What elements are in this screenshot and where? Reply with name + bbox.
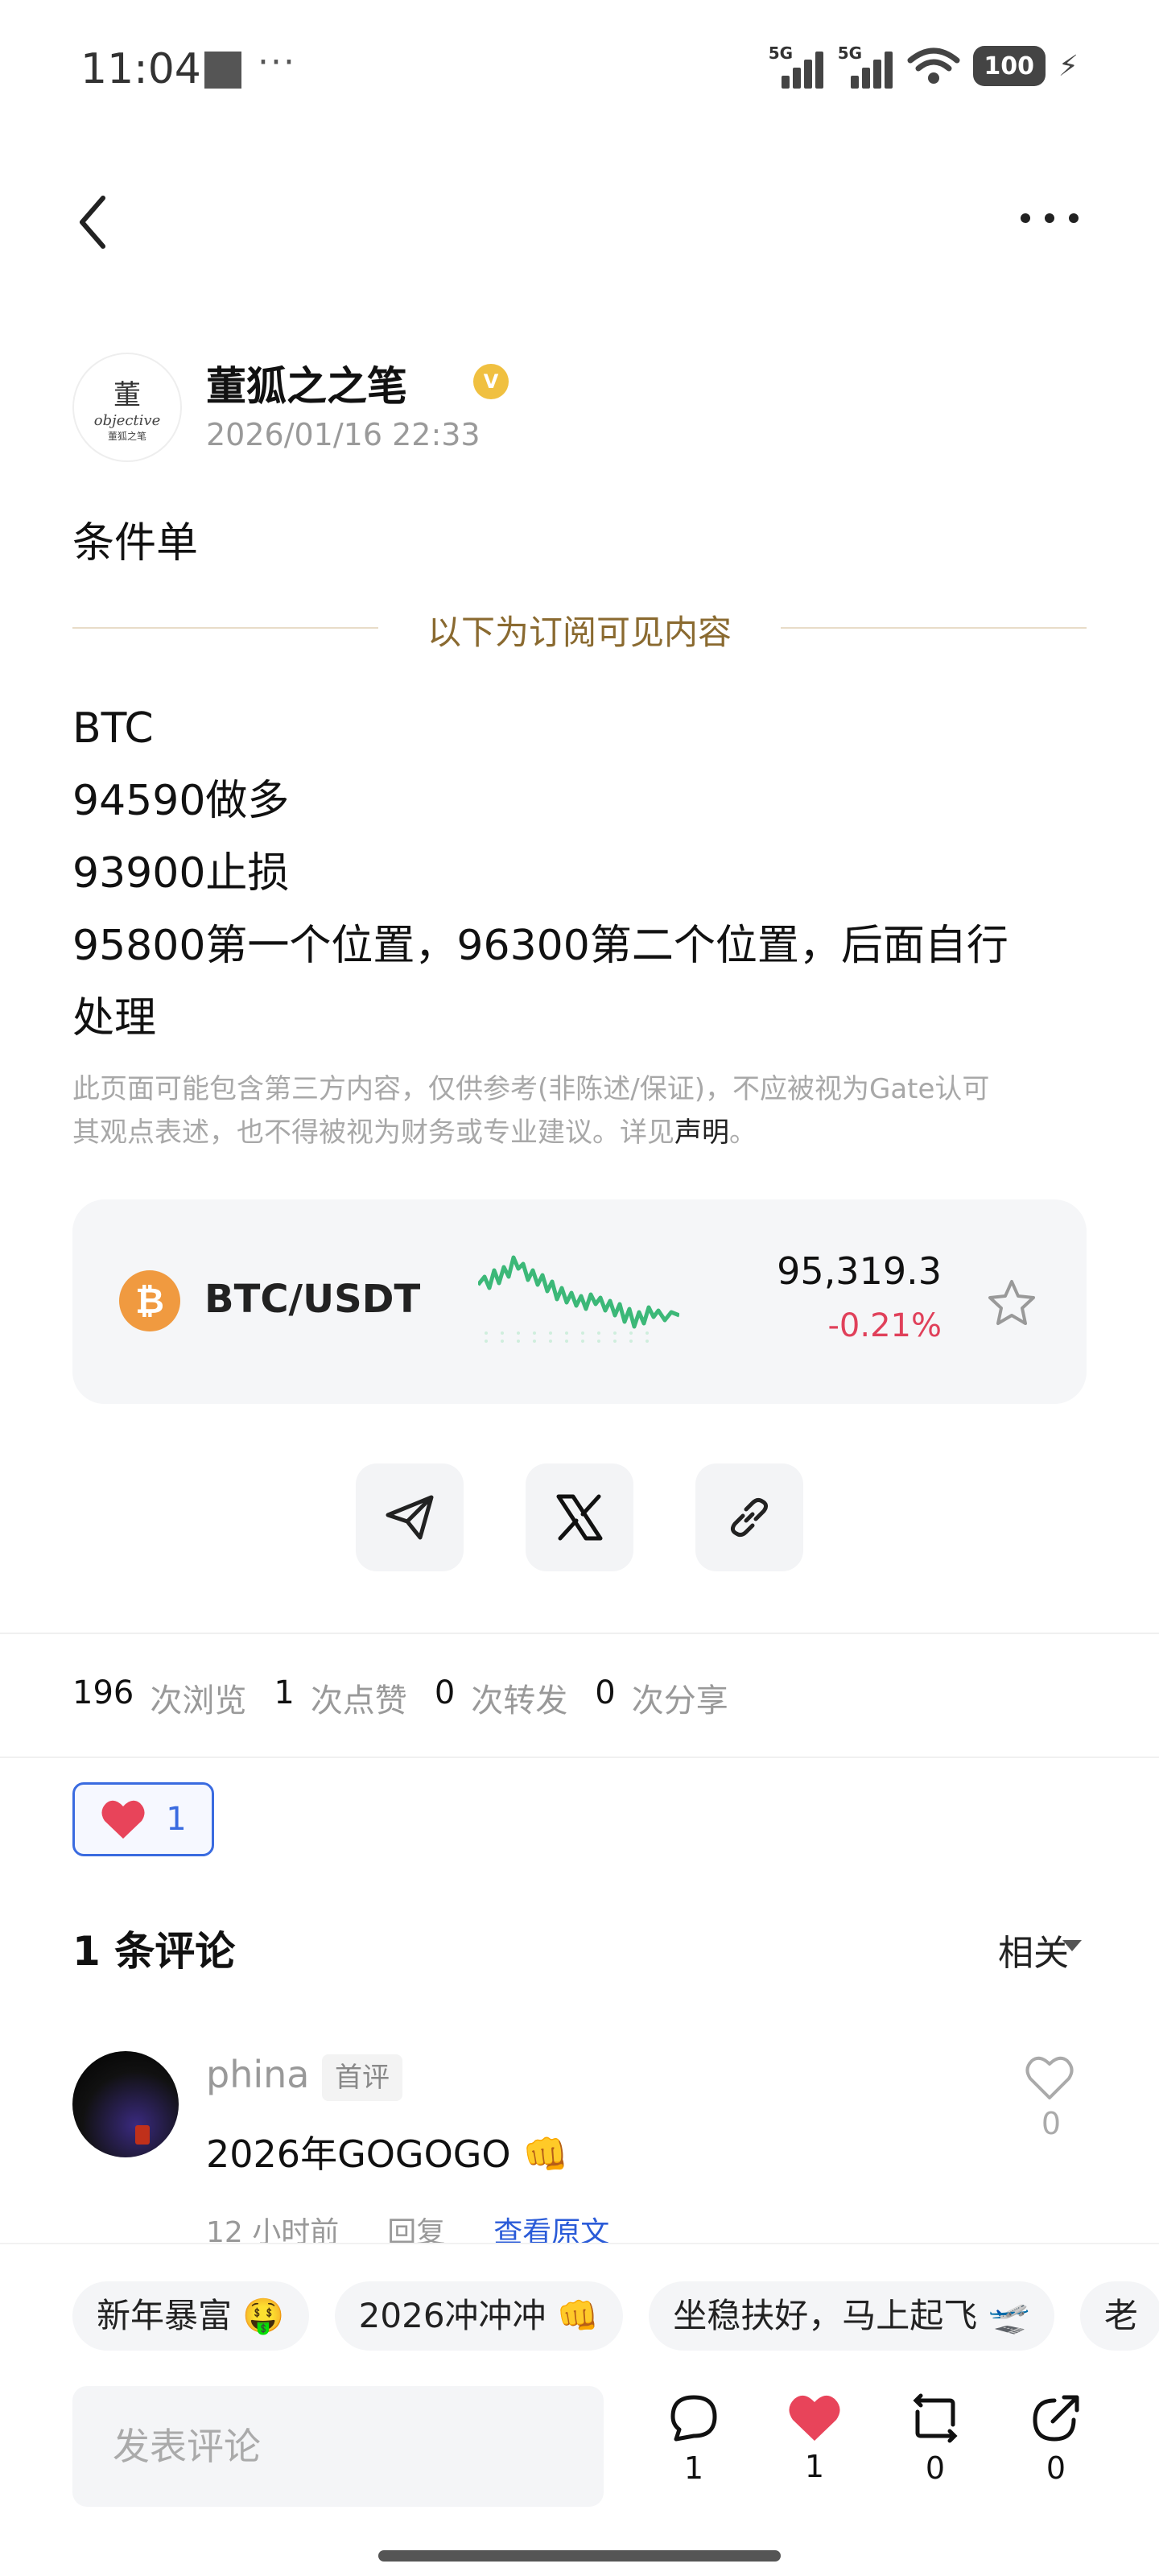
content-line: 93900止损 xyxy=(72,849,290,898)
more-options-icon[interactable] xyxy=(1017,206,1082,230)
status-more-dots: ··· xyxy=(258,42,296,83)
sparkline-chart xyxy=(478,1255,679,1343)
ticker-pair: BTC/USDT xyxy=(204,1277,421,1322)
like-action[interactable]: 1 xyxy=(766,2392,863,2484)
views-count: 196 xyxy=(72,1674,134,1711)
share-icon xyxy=(1033,2395,1079,2442)
author-name[interactable]: 董狐之之笔 xyxy=(206,354,407,412)
quick-reply-chip[interactable]: 新年暴富 🤑 xyxy=(72,2281,309,2351)
bitcoin-icon: ₿ xyxy=(119,1270,180,1331)
quick-reply-chip[interactable]: 老 xyxy=(1079,2281,1159,2351)
share-x-button[interactable] xyxy=(526,1463,633,1571)
post-stats: 196 次浏览 1 次点赞 0 次转发 0 次分享 xyxy=(72,1674,728,1719)
heart-icon xyxy=(789,2395,840,2441)
comment-text: 2026年GOGOGO 👊 xyxy=(206,2132,569,2176)
comment-input[interactable]: 发表评论 xyxy=(72,2386,604,2507)
star-icon[interactable] xyxy=(985,1277,1038,1330)
reply-button[interactable]: 回复 xyxy=(387,2209,445,2244)
separator xyxy=(0,1757,1159,1758)
quick-reply-chip[interactable]: 坐稳扶好，马上起飞 🛫 xyxy=(649,2281,1054,2351)
post-date: 2026/01/16 22:33 xyxy=(206,417,481,452)
comment-action[interactable]: 1 xyxy=(645,2392,742,2486)
content-line: 处理 xyxy=(72,994,157,1042)
content-line: BTC xyxy=(72,704,154,753)
repost-action[interactable]: 0 xyxy=(887,2392,984,2486)
comment-meta: 12 小时前 回复 查看原文 xyxy=(206,2209,609,2244)
content-line: 94590做多 xyxy=(72,777,290,825)
ticker-price: 95,319.3 xyxy=(777,1249,942,1293)
subscriber-divider-text: 以下为订阅可见内容 xyxy=(427,613,732,652)
comment-time: 12 小时前 xyxy=(206,2216,340,2244)
separator xyxy=(0,1633,1159,1634)
post-content: BTC 94590做多 93900止损 95800第一个位置，96300第二个位… xyxy=(72,692,1095,1055)
signal-icon-2: 5G xyxy=(838,43,894,89)
notification-icon xyxy=(204,52,241,89)
commenter-avatar[interactable] xyxy=(72,2051,179,2157)
reposts-count: 0 xyxy=(434,1674,456,1711)
charging-icon: ⚡ xyxy=(1058,49,1079,83)
first-comment-tag: 首评 xyxy=(322,2054,402,2101)
home-indicator[interactable] xyxy=(378,2550,781,2562)
status-time: 11:04 xyxy=(80,45,201,93)
heart-icon xyxy=(101,1800,145,1839)
share-telegram-button[interactable] xyxy=(356,1463,464,1571)
author-avatar[interactable]: 董 objective 董狐之笔 xyxy=(72,353,182,462)
caret-down-icon[interactable] xyxy=(1062,1940,1082,1951)
copy-link-button[interactable] xyxy=(695,1463,803,1571)
share-action[interactable]: 0 xyxy=(1008,2392,1104,2486)
back-icon[interactable] xyxy=(71,190,119,254)
battery-icon: 100 xyxy=(972,46,1046,86)
wifi-icon xyxy=(907,47,960,84)
signal-icon: 5G xyxy=(769,43,825,89)
link-icon xyxy=(730,1497,769,1538)
send-icon xyxy=(386,1495,434,1540)
content-line: 95800第一个位置，96300第二个位置，后面自行 xyxy=(72,922,1008,970)
x-icon xyxy=(556,1494,603,1541)
likes-count: 1 xyxy=(274,1674,295,1711)
ticker-change: -0.21% xyxy=(827,1307,942,1344)
quick-replies: 新年暴富 🤑 2026冲冲冲 👊 坐稳扶好，马上起飞 🛫 老 xyxy=(72,2281,1159,2351)
verified-badge-icon: V xyxy=(473,364,509,399)
view-original-button[interactable]: 查看原文 xyxy=(493,2209,609,2244)
comments-title: 1 条评论 xyxy=(72,1928,236,1975)
disclaimer-link[interactable]: 声明 xyxy=(674,1117,729,1149)
commenter-name[interactable]: phina xyxy=(206,2053,309,2096)
sort-dropdown[interactable]: 相关 xyxy=(998,1924,1069,1975)
comment-like-count: 0 xyxy=(1041,2106,1061,2141)
shares-count: 0 xyxy=(595,1674,616,1711)
reaction-count: 1 xyxy=(166,1801,187,1838)
disclaimer: 此页面可能包含第三方内容，仅供参考(非陈述/保证)，不应被视为Gate认可 其观… xyxy=(72,1073,990,1149)
quick-reply-chip[interactable]: 2026冲冲冲 👊 xyxy=(334,2281,624,2351)
comment-icon xyxy=(670,2395,717,2442)
ticker-card[interactable]: ₿ BTC/USDT 95,319.3 -0.21% xyxy=(72,1199,1087,1404)
post-title: 条件单 xyxy=(72,519,199,568)
comment-like-heart-icon[interactable] xyxy=(1024,2053,1075,2101)
status-bar: 11:04 ··· 5G 5G 100 ⚡ xyxy=(0,0,1159,137)
bottom-bar: 新年暴富 🤑 2026冲冲冲 👊 坐稳扶好，马上起飞 🛫 老 发表评论 1 1 … xyxy=(0,2243,1159,2576)
repost-icon xyxy=(913,2393,958,2443)
heart-reaction-button[interactable]: 1 xyxy=(72,1782,214,1856)
subscriber-divider: 以下为订阅可见内容 xyxy=(72,605,1087,654)
